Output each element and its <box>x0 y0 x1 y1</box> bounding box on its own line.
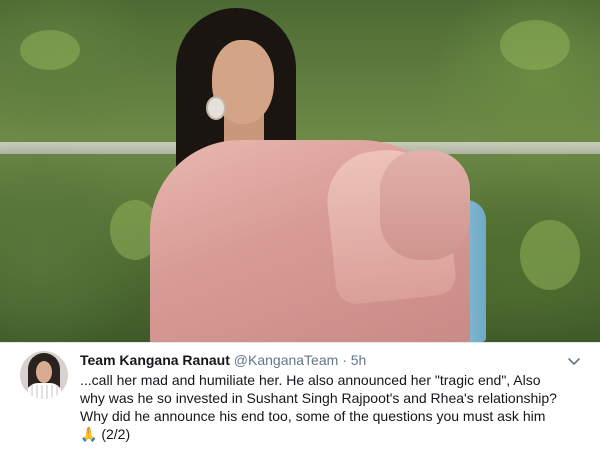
header-photo <box>0 0 600 342</box>
folded-hands-icon: 🙏 <box>80 427 98 443</box>
tweet-header: Team Kangana Ranaut @KanganaTeam · 5h <box>80 351 366 369</box>
timestamp[interactable]: 5h <box>351 352 367 368</box>
tweet-line: Why did he announce his end too, some of… <box>80 408 546 424</box>
tweet-text: ...call her mad and humiliate her. He al… <box>80 371 592 444</box>
foliage <box>20 30 80 70</box>
person-arm <box>380 150 470 260</box>
separator-dot: · <box>342 352 347 368</box>
tweet-card[interactable]: Team Kangana Ranaut @KanganaTeam · 5h ..… <box>0 342 600 451</box>
foliage <box>500 20 570 70</box>
display-name[interactable]: Team Kangana Ranaut <box>80 352 230 368</box>
chevron-down-icon[interactable] <box>566 353 582 369</box>
avatar[interactable] <box>20 351 68 399</box>
earring <box>206 96 226 120</box>
foliage <box>520 220 580 290</box>
tweet-line-last: 🙏 (2/2) <box>80 425 592 444</box>
tweet-line: why was he so invested in Sushant Singh … <box>80 390 557 406</box>
user-handle[interactable]: @KanganaTeam <box>234 352 339 368</box>
tweet-line: ...call her mad and humiliate her. He al… <box>80 372 541 388</box>
thread-count: (2/2) <box>97 426 131 442</box>
